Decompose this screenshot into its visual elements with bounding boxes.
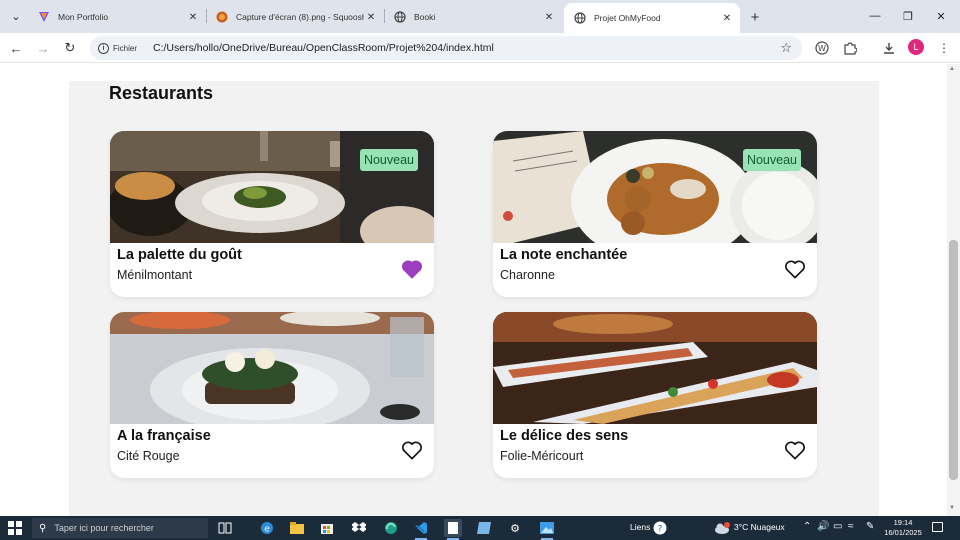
taskbar-clock[interactable]: 19:14 16/01/2025 xyxy=(882,518,924,538)
taskbar-search-placeholder: Taper ici pour rechercher xyxy=(54,523,154,533)
browser-tabstrip: ⌄ Mon Portfolio ✕ Capture d'écran (8).pn… xyxy=(0,0,960,33)
microsoft-store-icon[interactable] xyxy=(318,519,336,537)
search-icon: ⚲ xyxy=(39,522,47,534)
browser-menu-kebab-icon[interactable]: ⋮ xyxy=(935,39,953,57)
svg-text:?: ? xyxy=(658,525,663,535)
windows-start-icon[interactable] xyxy=(8,521,22,535)
volume-icon[interactable]: 🔊 xyxy=(817,521,829,532)
profile-avatar[interactable]: L xyxy=(908,39,924,55)
settings-gear-icon[interactable]: ⚙ xyxy=(506,519,524,537)
restaurant-name: La note enchantée xyxy=(500,247,628,263)
notepad-icon[interactable] xyxy=(444,519,462,540)
tab-title: Capture d'écran (8).png - Squoosh xyxy=(236,12,364,22)
scrollbar-thumb[interactable] xyxy=(949,240,958,480)
restaurant-name: Le délice des sens xyxy=(500,428,629,444)
reload-icon[interactable]: ↻ xyxy=(59,37,81,59)
address-url[interactable]: C:/Users/hollo/OneDrive/Bureau/OpenClass… xyxy=(153,42,494,54)
new-tab-plus-icon[interactable]: + xyxy=(745,7,765,27)
windows-taskbar: ⚲ Taper ici pour rechercher e ⚙ Liens ? … xyxy=(0,516,960,540)
weather-cloud-icon[interactable] xyxy=(713,519,731,537)
tab-search-chevron-icon[interactable]: ⌄ xyxy=(5,5,27,27)
address-bar[interactable]: i Fichier C:/Users/hollo/OneDrive/Bureau… xyxy=(90,36,802,60)
forward-arrow-icon[interactable]: → xyxy=(32,37,54,59)
pen-icon[interactable]: ✎ xyxy=(866,521,874,532)
file-scheme-chip: Fichier xyxy=(113,43,138,53)
minimize-icon[interactable]: — xyxy=(860,4,890,28)
restaurant-card[interactable]: Nouveau La palette du goût Ménilmontant xyxy=(110,131,434,297)
section-title: Restaurants xyxy=(109,83,214,103)
tab-squoosh[interactable]: Capture d'écran (8).png - Squoosh ✕ xyxy=(206,3,384,31)
new-badge: Nouveau xyxy=(359,149,418,171)
edge-legacy-icon[interactable]: e xyxy=(258,519,276,537)
taskbar-search[interactable]: ⚲ Taper ici pour rechercher xyxy=(32,518,208,538)
scroll-up-arrow-icon[interactable]: ▲ xyxy=(949,66,955,72)
restaurant-location: Folie-Méricourt xyxy=(500,449,584,463)
back-arrow-icon[interactable]: ← xyxy=(5,37,27,59)
heart-outline-icon[interactable] xyxy=(401,440,423,460)
restaurant-card[interactable]: A la française Cité Rouge xyxy=(110,312,434,478)
restaurant-name: La palette du goût xyxy=(117,247,242,263)
show-hidden-icons-chevron-icon[interactable]: ⌃ xyxy=(803,521,811,532)
tab-close-icon[interactable]: ✕ xyxy=(720,11,734,25)
window-close-icon[interactable]: ✕ xyxy=(926,4,956,28)
restaurants-section: Restaurants Nouveau La palette du goût M… xyxy=(69,81,879,516)
battery-icon[interactable]: ▭ xyxy=(833,521,842,532)
tab-close-icon[interactable]: ✕ xyxy=(186,10,200,24)
weather-text[interactable]: 3°C Nuageux xyxy=(734,522,785,532)
restaurant-location: Charonne xyxy=(500,268,555,282)
portfolio-favicon-icon xyxy=(39,12,49,22)
restaurant-photo xyxy=(110,312,434,424)
new-badge: Nouveau xyxy=(742,149,801,171)
heart-outline-icon[interactable] xyxy=(784,259,806,279)
bookmark-star-icon[interactable]: ☆ xyxy=(780,40,792,56)
tab-booki[interactable]: Booki ✕ xyxy=(384,3,562,31)
restaurant-location: Ménilmontant xyxy=(117,268,193,282)
sticky-notes-icon[interactable] xyxy=(475,519,493,537)
tab-title: Mon Portfolio xyxy=(58,12,109,22)
svg-text:e: e xyxy=(264,525,270,535)
heart-filled-icon[interactable] xyxy=(401,259,423,279)
tab-title: Booki xyxy=(414,12,436,22)
svg-text:W: W xyxy=(818,44,826,53)
info-icon[interactable]: i xyxy=(98,42,109,54)
tab-close-icon[interactable]: ✕ xyxy=(542,10,556,24)
browser-toolbar: ← → ↻ i Fichier C:/Users/hollo/OneDrive/… xyxy=(0,33,960,63)
task-view-icon[interactable] xyxy=(216,519,234,537)
restaurant-card[interactable]: Le délice des sens Folie-Méricourt xyxy=(493,312,817,478)
tab-title: Projet OhMyFood xyxy=(594,13,661,23)
edge-browser-icon[interactable] xyxy=(382,519,400,537)
page-viewport: Restaurants Nouveau La palette du goût M… xyxy=(0,64,947,516)
vscode-icon[interactable] xyxy=(412,519,430,540)
extensions-puzzle-icon[interactable] xyxy=(841,39,859,57)
heart-outline-icon[interactable] xyxy=(784,440,806,460)
clock-date: 16/01/2025 xyxy=(884,528,922,537)
restaurant-photo xyxy=(493,312,817,424)
file-explorer-icon[interactable] xyxy=(288,519,306,537)
squoosh-favicon-icon xyxy=(216,11,228,23)
links-toolbar-label[interactable]: Liens xyxy=(630,522,650,532)
scroll-down-arrow-icon[interactable]: ▼ xyxy=(949,505,955,511)
notification-center-icon[interactable] xyxy=(932,522,943,532)
tab-projet-ohmyfood[interactable]: Projet OhMyFood ✕ xyxy=(564,3,740,33)
restaurant-card[interactable]: Nouveau La note enchantée Charonne xyxy=(493,131,817,297)
restaurant-location: Cité Rouge xyxy=(117,449,180,463)
help-icon[interactable]: ? xyxy=(651,519,669,537)
clock-time: 19:14 xyxy=(893,518,913,527)
restore-icon[interactable]: ❐ xyxy=(893,4,923,28)
download-icon[interactable] xyxy=(880,39,898,57)
wordpress-extension-icon[interactable]: W xyxy=(813,39,831,57)
photos-icon[interactable] xyxy=(538,519,556,540)
restaurant-name: A la française xyxy=(117,428,211,444)
dropbox-icon[interactable] xyxy=(350,519,368,537)
network-icon[interactable]: ≈ xyxy=(848,521,854,532)
tab-close-icon[interactable]: ✕ xyxy=(364,10,378,24)
tab-mon-portfolio[interactable]: Mon Portfolio ✕ xyxy=(28,3,206,31)
globe-icon xyxy=(574,12,586,24)
globe-icon xyxy=(394,11,406,23)
restaurant-photo xyxy=(493,131,817,243)
restaurant-photo xyxy=(110,131,434,243)
